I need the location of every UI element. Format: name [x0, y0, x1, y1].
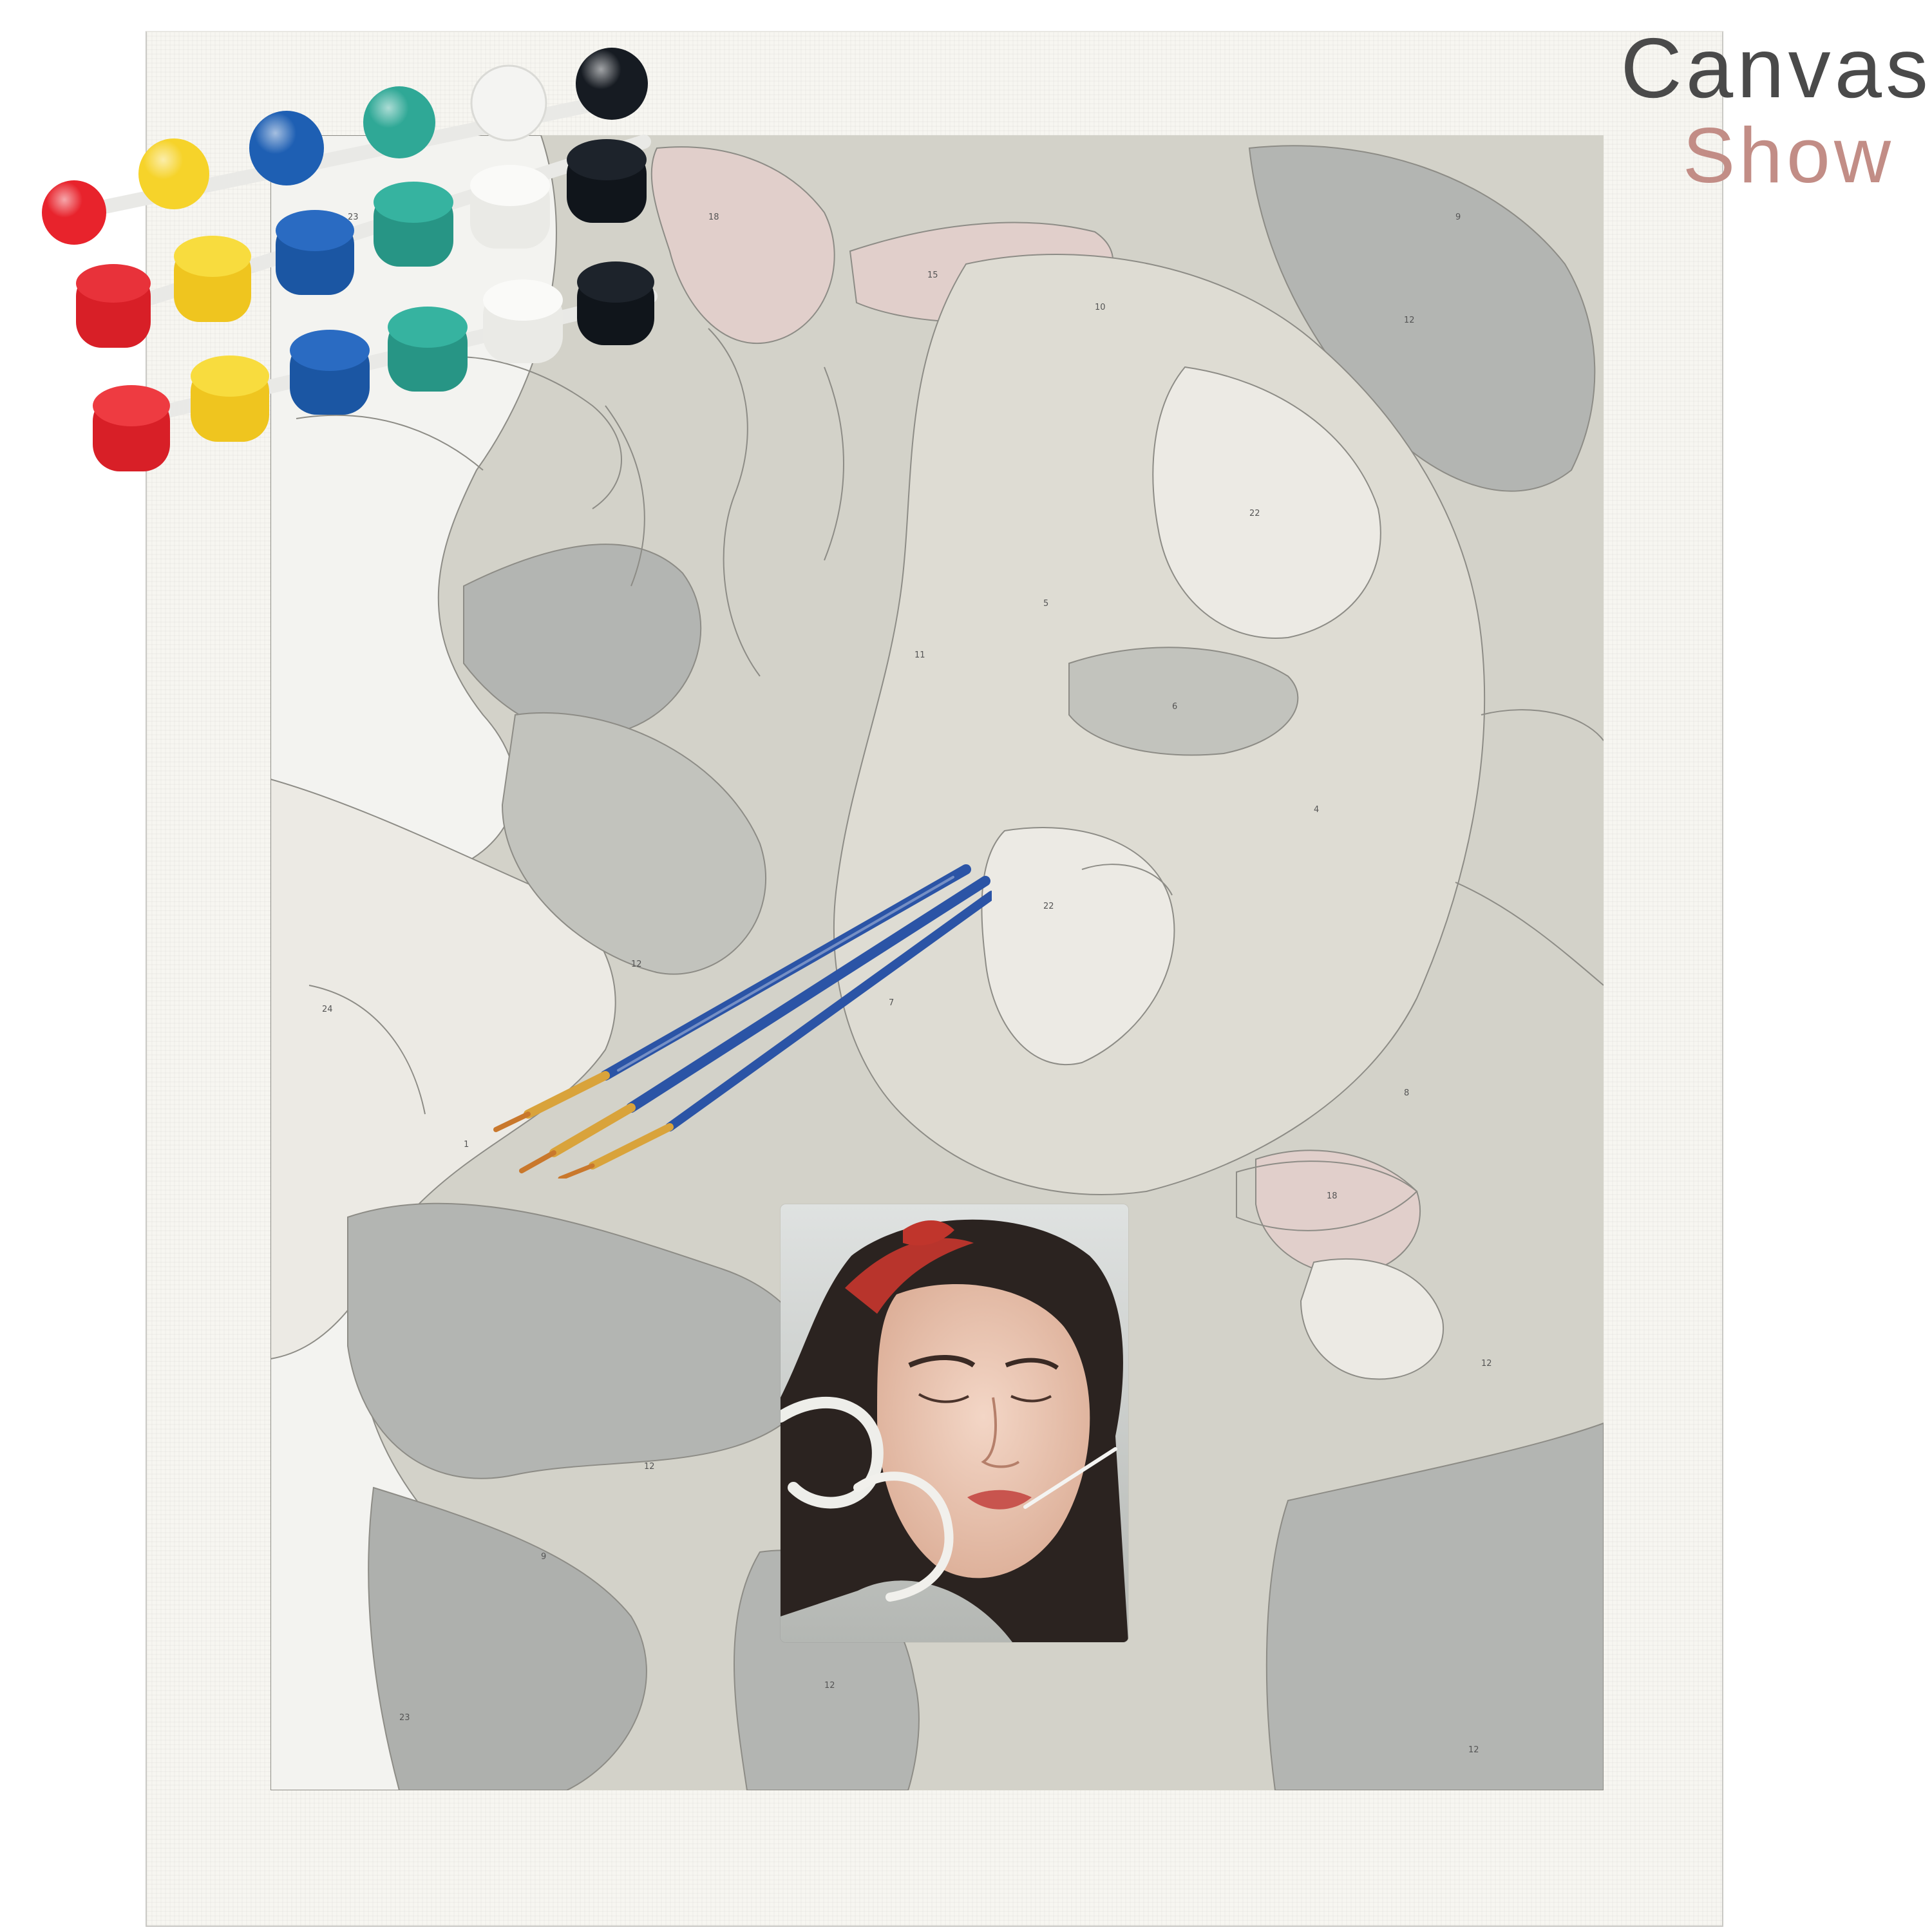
pattern-number: 6	[1172, 702, 1178, 712]
pattern-number: 24	[322, 1005, 333, 1014]
pattern-number: 12	[1481, 1359, 1492, 1368]
pattern-number: 9	[541, 1552, 547, 1562]
brand-logo: Canvas Show	[1620, 26, 1932, 206]
pattern-number: 10	[1095, 303, 1106, 312]
pattern-number: 22	[1249, 509, 1260, 518]
brand-line-1: Canvas	[1620, 21, 1932, 115]
pattern-number: 5	[1043, 599, 1049, 609]
pattern-number: 12	[1468, 1745, 1479, 1755]
pattern-number: 9	[1455, 213, 1461, 222]
pattern-number: 22	[1043, 902, 1054, 911]
pattern-number: 4	[1314, 805, 1320, 815]
pattern-number: 18	[708, 213, 719, 222]
paint-pot-set	[0, 0, 683, 502]
brand-line-2: Show	[1682, 111, 1895, 199]
reference-photo	[781, 1204, 1128, 1642]
pattern-number: 11	[914, 650, 925, 660]
pattern-number: 12	[1404, 316, 1415, 325]
pattern-number: 8	[1404, 1088, 1410, 1098]
pattern-number: 12	[644, 1462, 655, 1472]
pattern-number: 15	[927, 270, 938, 280]
pattern-number: 12	[824, 1681, 835, 1690]
paint-brushes	[477, 844, 996, 1181]
pattern-number: 23	[399, 1713, 410, 1723]
pattern-number: 18	[1327, 1191, 1338, 1201]
pattern-number: 1	[464, 1140, 469, 1150]
